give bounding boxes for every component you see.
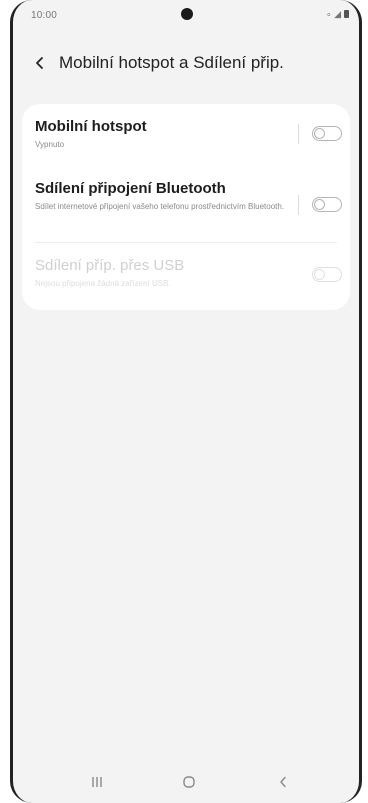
row-divider xyxy=(298,124,299,144)
toggle-knob xyxy=(314,268,325,280)
battery-icon xyxy=(344,10,349,18)
setting-title: Sdílení příp. přes USB xyxy=(35,257,185,274)
setting-row-usb-tethering: Sdílení příp. přes USB Nejsou připojena … xyxy=(22,243,350,307)
bluetooth-tethering-toggle[interactable] xyxy=(312,197,342,212)
status-bar: 10:00 ∘ ◢ xyxy=(13,0,359,28)
recent-apps-button[interactable] xyxy=(85,772,109,792)
mobile-hotspot-toggle[interactable] xyxy=(312,126,342,141)
signal-icon: ∘ ◢ xyxy=(325,9,341,19)
navigation-bar xyxy=(13,764,359,798)
usb-tethering-toggle xyxy=(312,267,342,282)
page-title: Mobilní hotspot a Sdílení přip. xyxy=(59,53,284,72)
chevron-left-icon xyxy=(36,57,43,69)
home-icon xyxy=(183,776,195,788)
front-camera xyxy=(181,8,193,20)
back-icon xyxy=(280,776,286,788)
setting-title: Mobilní hotspot xyxy=(35,118,147,135)
setting-subtitle: Nejsou připojena žádná zařízení USB. xyxy=(35,279,171,288)
back-button[interactable] xyxy=(27,50,53,76)
status-time: 10:00 xyxy=(31,10,58,21)
recent-apps-icon xyxy=(92,777,102,787)
setting-row-bluetooth-tethering[interactable]: Sdílení připojení Bluetooth Sdílet inter… xyxy=(22,168,350,242)
row-divider xyxy=(298,195,299,215)
toggle-knob xyxy=(314,127,325,139)
setting-subtitle: Sdílet internetové připojení vašeho tele… xyxy=(35,202,285,211)
app-header: Mobilní hotspot a Sdílení přip. xyxy=(13,48,359,78)
home-button[interactable] xyxy=(177,772,201,792)
phone-screen: 10:00 ∘ ◢ Mobilní hotspot a Sdílení přip… xyxy=(10,0,362,803)
toggle-knob xyxy=(314,198,325,210)
setting-subtitle: Vypnuto xyxy=(35,140,65,149)
settings-card: Mobilní hotspot Vypnuto Sdílení připojen… xyxy=(22,104,350,310)
status-icons: ∘ ◢ xyxy=(326,9,349,19)
setting-title: Sdílení připojení Bluetooth xyxy=(35,180,226,197)
setting-row-mobile-hotspot[interactable]: Mobilní hotspot Vypnuto xyxy=(22,104,350,168)
nav-back-button[interactable] xyxy=(271,772,295,792)
